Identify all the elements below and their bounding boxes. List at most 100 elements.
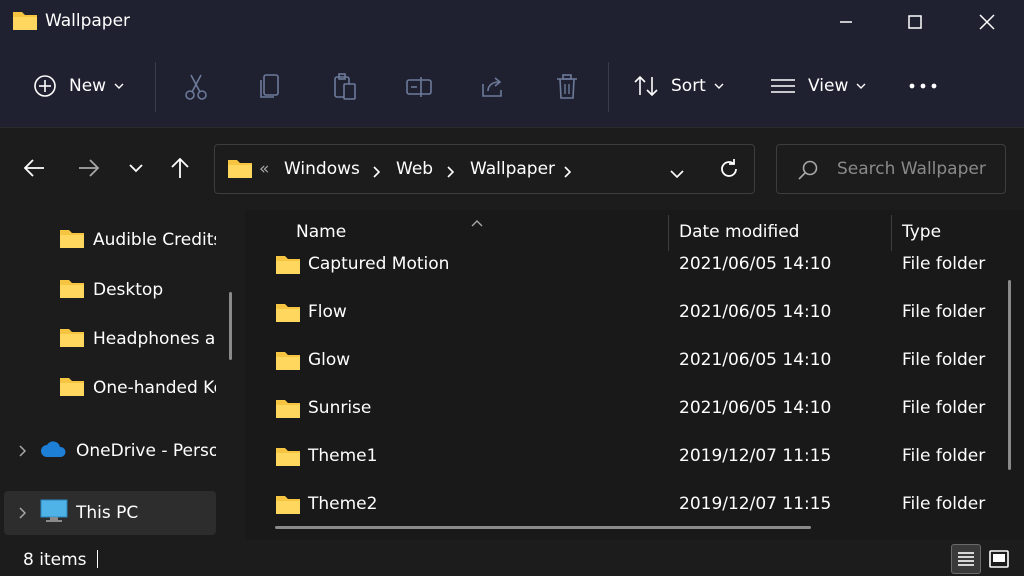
navigation-pane: Audible Credits Desktop Headphones ar On… bbox=[0, 210, 245, 540]
file-name: Sunrise bbox=[308, 398, 372, 418]
table-row[interactable]: Glow 2021/06/05 14:10 File folder bbox=[265, 340, 1005, 384]
sidebar-item-label: Headphones ar bbox=[93, 329, 216, 349]
share-button[interactable] bbox=[478, 72, 508, 102]
file-date: 2019/12/07 11:15 bbox=[679, 494, 832, 514]
folder-icon bbox=[59, 277, 85, 303]
folder-icon bbox=[275, 397, 301, 423]
file-type: File folder bbox=[902, 494, 986, 514]
column-header-name[interactable]: Name bbox=[296, 222, 346, 242]
file-date: 2021/06/05 14:10 bbox=[679, 254, 832, 274]
cloud-icon bbox=[40, 440, 68, 462]
file-date: 2019/12/07 11:15 bbox=[679, 446, 832, 466]
vertical-scrollbar[interactable] bbox=[1008, 280, 1011, 470]
window-title: Wallpaper bbox=[45, 11, 131, 31]
folder-icon bbox=[275, 301, 301, 327]
copy-icon bbox=[260, 74, 279, 98]
cut-icon bbox=[185, 74, 207, 100]
toolbar-divider bbox=[608, 62, 609, 112]
computer-icon bbox=[40, 499, 68, 527]
folder-icon bbox=[275, 445, 301, 471]
file-date: 2021/06/05 14:10 bbox=[679, 350, 832, 370]
breadcrumb-windows[interactable]: Windows bbox=[284, 159, 360, 179]
recent-locations-button[interactable] bbox=[120, 152, 152, 184]
chevron-right-icon[interactable] bbox=[563, 163, 572, 182]
navigation-bar: « Windows Web Wallpaper bbox=[0, 128, 1024, 210]
back-button[interactable] bbox=[18, 152, 50, 184]
sidebar-item-onedrive[interactable]: OneDrive - Perso bbox=[4, 429, 216, 473]
sidebar-item-label: Desktop bbox=[93, 280, 164, 300]
folder-icon bbox=[59, 227, 85, 253]
chevron-down-icon bbox=[129, 164, 143, 173]
new-label: New bbox=[69, 76, 107, 96]
tiles-view-button[interactable] bbox=[984, 544, 1014, 574]
sidebar-item-desktop[interactable]: Desktop bbox=[4, 268, 216, 312]
table-row[interactable]: Sunrise 2021/06/05 14:10 File folder bbox=[265, 388, 1005, 432]
folder-icon bbox=[227, 157, 253, 183]
table-row[interactable]: Flow 2021/06/05 14:10 File folder bbox=[265, 292, 1005, 336]
chevron-right-icon[interactable] bbox=[372, 163, 381, 182]
column-header-type[interactable]: Type bbox=[902, 222, 941, 242]
file-type: File folder bbox=[902, 446, 986, 466]
status-divider bbox=[97, 550, 98, 568]
sidebar-item-label: OneDrive - Perso bbox=[76, 441, 216, 461]
table-row[interactable]: Theme2 2019/12/07 11:15 File folder bbox=[265, 484, 1005, 528]
status-bar: 8 items bbox=[0, 540, 1024, 576]
item-count: 8 items bbox=[23, 550, 87, 570]
file-name: Glow bbox=[308, 350, 351, 370]
sidebar-scrollbar[interactable] bbox=[229, 292, 232, 360]
more-options-button[interactable] bbox=[908, 44, 938, 128]
file-name: Flow bbox=[308, 302, 347, 322]
view-button[interactable]: View bbox=[770, 44, 866, 128]
title-bar: Wallpaper bbox=[0, 0, 1024, 44]
list-view-icon bbox=[771, 79, 795, 93]
breadcrumb-overflow[interactable]: « bbox=[259, 159, 269, 179]
close-button[interactable] bbox=[952, 0, 1022, 44]
folder-icon bbox=[59, 326, 85, 352]
copy-button[interactable] bbox=[255, 72, 285, 102]
up-button[interactable] bbox=[164, 152, 196, 184]
chevron-right-icon[interactable] bbox=[18, 504, 27, 523]
maximize-button[interactable] bbox=[880, 0, 950, 44]
new-button[interactable]: New bbox=[33, 44, 124, 128]
chevron-right-icon[interactable] bbox=[446, 163, 455, 182]
command-bar: New Sort View bbox=[0, 44, 1024, 128]
file-type: File folder bbox=[902, 302, 986, 322]
close-icon bbox=[979, 14, 995, 30]
search-box[interactable] bbox=[776, 144, 1006, 194]
sidebar-item-headphones[interactable]: Headphones ar bbox=[4, 317, 216, 361]
details-view-button[interactable] bbox=[951, 544, 981, 574]
file-type: File folder bbox=[902, 350, 986, 370]
breadcrumb-web[interactable]: Web bbox=[396, 159, 433, 179]
folder-icon bbox=[275, 493, 301, 519]
sort-button[interactable]: Sort bbox=[633, 44, 724, 128]
address-history-chevron-icon[interactable] bbox=[670, 164, 684, 183]
arrow-right-icon bbox=[79, 159, 100, 177]
paste-icon bbox=[334, 73, 356, 100]
sidebar-item-one-handed[interactable]: One-handed Ke bbox=[4, 366, 216, 410]
table-row[interactable]: Captured Motion 2021/06/05 14:10 File fo… bbox=[265, 244, 1005, 288]
search-input[interactable] bbox=[837, 159, 997, 179]
sidebar-item-label: Audible Credits bbox=[93, 230, 216, 250]
forward-button[interactable] bbox=[73, 152, 105, 184]
address-bar[interactable]: « Windows Web Wallpaper bbox=[214, 144, 755, 194]
paste-button[interactable] bbox=[330, 72, 360, 102]
rename-icon bbox=[406, 77, 432, 97]
tiles-view-icon bbox=[989, 550, 1009, 568]
folder-icon bbox=[12, 9, 38, 35]
sidebar-item-this-pc[interactable]: This PC bbox=[4, 491, 216, 535]
minimize-button[interactable] bbox=[811, 0, 881, 44]
refresh-icon[interactable] bbox=[718, 158, 740, 184]
plus-circle-icon bbox=[34, 75, 56, 97]
table-row[interactable]: Theme1 2019/12/07 11:15 File folder bbox=[265, 436, 1005, 480]
breadcrumb-wallpaper[interactable]: Wallpaper bbox=[470, 159, 555, 179]
chevron-right-icon[interactable] bbox=[18, 442, 27, 461]
rename-button[interactable] bbox=[404, 72, 434, 102]
arrow-left-icon bbox=[23, 159, 44, 177]
cut-button[interactable] bbox=[181, 72, 211, 102]
delete-button[interactable] bbox=[552, 72, 582, 102]
sidebar-item-label: One-handed Ke bbox=[93, 378, 216, 398]
horizontal-scrollbar[interactable] bbox=[275, 526, 811, 529]
sidebar-item-audible-credits[interactable]: Audible Credits bbox=[4, 218, 216, 262]
delete-icon bbox=[557, 74, 577, 99]
column-header-date[interactable]: Date modified bbox=[679, 222, 799, 242]
